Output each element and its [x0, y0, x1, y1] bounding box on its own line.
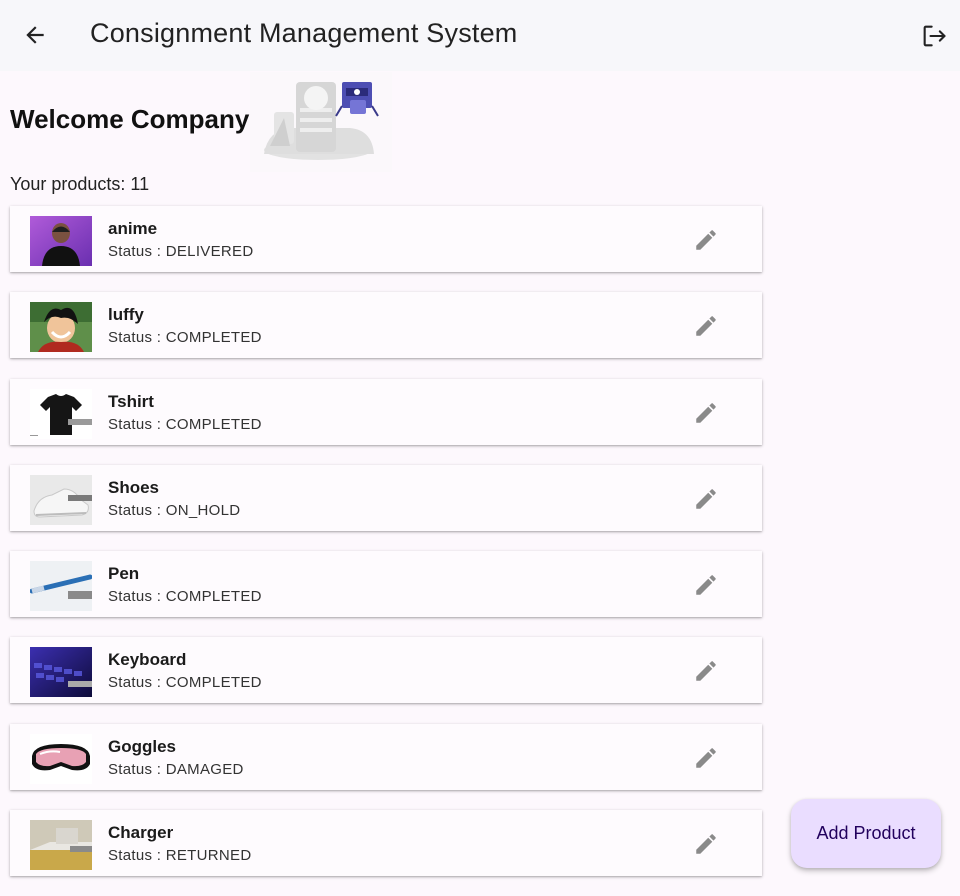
edit-icon [696, 834, 716, 854]
products-count: Your products: 11 [10, 174, 150, 194]
status-value: COMPLETED [165, 329, 262, 347]
product-status: Status : COMPLETED [108, 415, 262, 433]
status-value: ON_HOLD [165, 501, 241, 519]
edit-button[interactable] [692, 830, 720, 858]
product-thumbnail [30, 820, 92, 871]
company-illustration [250, 72, 392, 172]
product-card[interactable]: Pen Status : COMPLETED [10, 551, 762, 618]
edit-button[interactable] [692, 399, 720, 427]
product-card[interactable]: Shoes Status : ON_HOLD [10, 464, 762, 531]
product-status: Status : DELIVERED [108, 243, 254, 260]
product-name: Goggles [108, 736, 177, 756]
logout-button[interactable] [914, 16, 954, 56]
arrow-back-icon [26, 26, 44, 44]
product-name: luffy [108, 305, 144, 325]
product-thumbnail [30, 561, 92, 612]
product-name: Charger [108, 823, 174, 843]
product-name: Shoes [108, 477, 160, 497]
status-value: RETURNED [165, 847, 252, 865]
edit-button[interactable] [692, 571, 720, 599]
app-title: Consignment Management System [90, 18, 518, 48]
product-thumbnail [30, 733, 92, 784]
edit-button[interactable] [692, 485, 720, 513]
edit-icon [696, 316, 716, 337]
product-status: Status : COMPLETED [108, 329, 262, 347]
edit-icon [696, 489, 716, 509]
product-name: Pen [108, 564, 140, 584]
product-status: Status : DAMAGED [108, 760, 244, 778]
product-name: Keyboard [108, 650, 187, 670]
app-bar: Consignment Management System [0, 0, 960, 71]
product-card[interactable]: Keyboard Status : COMPLETED [10, 637, 762, 704]
edit-icon [696, 575, 716, 595]
welcome-heading: Welcome Company! [10, 104, 259, 134]
back-button[interactable] [16, 16, 54, 54]
product-thumbnail [30, 647, 92, 698]
edit-icon [696, 230, 716, 250]
edit-icon [696, 661, 716, 682]
status-value: COMPLETED [165, 415, 262, 433]
edit-button[interactable] [692, 744, 720, 772]
logout-icon [923, 25, 946, 47]
product-card[interactable]: anime Status : DELIVERED [10, 206, 762, 272]
product-name: anime [108, 219, 158, 238]
product-status: Status : ON_HOLD [108, 501, 241, 519]
product-card[interactable]: Goggles Status : DAMAGED [10, 723, 762, 790]
product-card[interactable]: Charger Status : RETURNED [10, 810, 762, 877]
product-status: Status : RETURNED [108, 847, 252, 865]
product-name: Tshirt [108, 391, 154, 411]
status-value: DAMAGED [165, 760, 244, 778]
product-thumbnail [30, 216, 92, 266]
product-status: Status : COMPLETED [108, 588, 262, 606]
status-value: DELIVERED [165, 243, 254, 260]
product-list: anime Status : DELIVERED luffy Status : … [10, 206, 762, 896]
edit-button[interactable] [692, 226, 720, 254]
edit-icon [696, 748, 716, 768]
product-card[interactable]: Tshirt Status : COMPLETED [10, 378, 762, 445]
product-card[interactable]: luffy Status : COMPLETED [10, 292, 762, 359]
edit-button[interactable] [692, 657, 720, 685]
product-thumbnail [30, 474, 92, 525]
edit-icon [696, 402, 716, 423]
product-status: Status : COMPLETED [108, 674, 262, 692]
status-value: COMPLETED [165, 674, 262, 692]
status-value: COMPLETED [165, 588, 262, 606]
add-product-button[interactable]: Add Product [791, 799, 941, 868]
product-thumbnail [30, 388, 92, 439]
product-thumbnail [30, 302, 92, 353]
edit-button[interactable] [692, 312, 720, 340]
